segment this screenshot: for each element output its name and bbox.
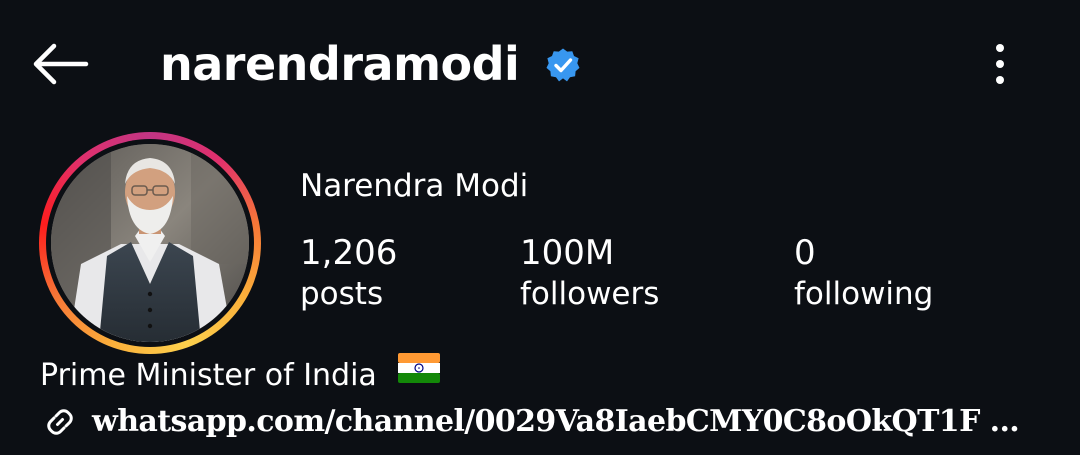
profile-avatar[interactable] (51, 144, 249, 342)
more-vertical-icon (996, 44, 1004, 84)
top-bar: narendramodi (0, 0, 1080, 130)
more-options-button[interactable] (980, 40, 1020, 88)
profile-bio: Prime Minister of India (40, 353, 441, 397)
avatar-portrait-image (51, 144, 249, 342)
following-count: 0 (794, 233, 816, 273)
profile-link-row[interactable]: whatsapp.com/channel/0029Va8IaebCMY0C8oO… (40, 400, 1070, 444)
india-flag-emoji (398, 353, 441, 394)
following-label: following (794, 276, 934, 312)
back-arrow-icon (33, 43, 89, 85)
profile-link[interactable]: whatsapp.com/channel/0029Va8IaebCMY0C8oO… (92, 400, 1020, 444)
posts-stat[interactable]: 1,206 posts (300, 232, 397, 314)
link-icon (47, 409, 73, 435)
followers-count: 100M (520, 233, 615, 273)
story-ring[interactable] (39, 132, 261, 354)
back-button[interactable] (28, 40, 92, 88)
posts-label: posts (300, 276, 384, 312)
followers-label: followers (520, 276, 660, 312)
profile-username: narendramodi (160, 37, 520, 91)
verified-badge-icon (545, 47, 581, 83)
following-stat[interactable]: 0 following (794, 232, 933, 314)
posts-count: 1,206 (300, 233, 398, 273)
bio-text: Prime Minister of India (40, 358, 377, 393)
profile-full-name: Narendra Modi (300, 168, 529, 204)
followers-stat[interactable]: 100M followers (520, 232, 659, 314)
